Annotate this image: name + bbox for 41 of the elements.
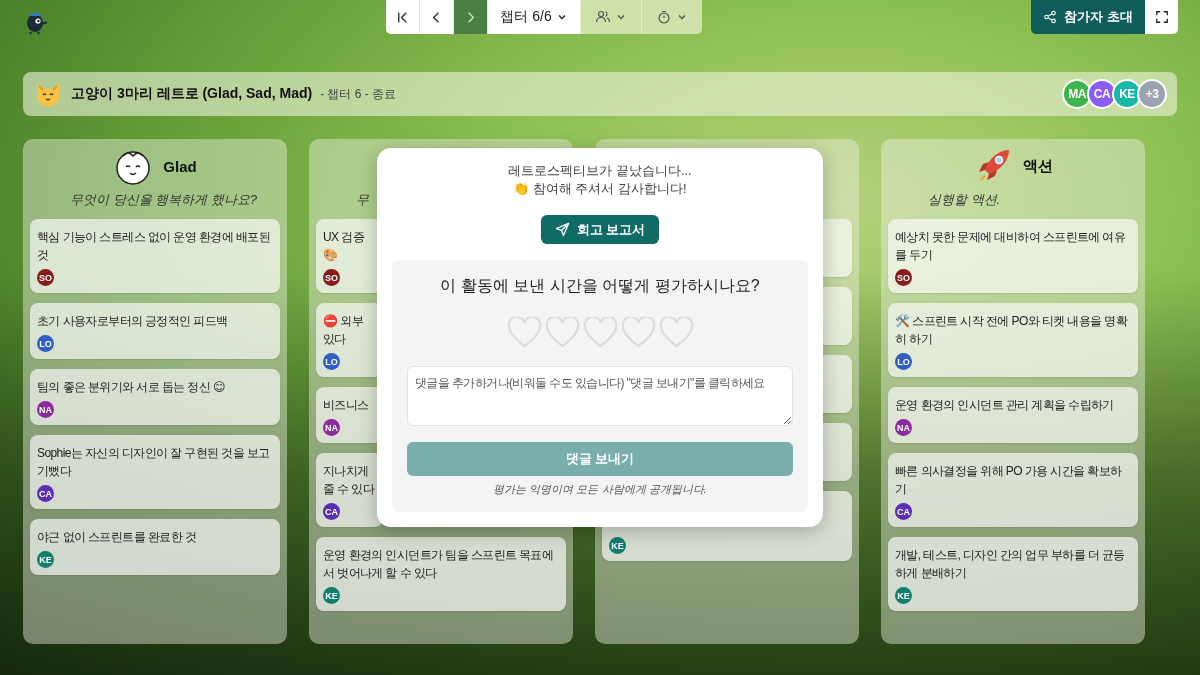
board-status: - 챕터 6 - 종료 [320, 85, 397, 103]
author-avatar: LO [37, 335, 54, 352]
author-avatar: NA [895, 419, 912, 436]
author-avatar: KE [323, 587, 340, 604]
column-subtitle: 실행할 액션. [928, 192, 1001, 207]
author-avatar: NA [37, 401, 54, 418]
author-avatar: KE [609, 537, 626, 554]
card-text: 초기 사용자로부터의 긍정적인 피드백 [37, 313, 228, 330]
author-avatar: LO [323, 353, 340, 370]
author-avatar: CA [895, 503, 912, 520]
author-avatar: SO [323, 269, 340, 286]
card-text: 비즈니스 [323, 397, 369, 414]
column-title: Glad [163, 157, 197, 175]
card-text: 지나치게 줄 수 있다 [323, 463, 375, 498]
card-text: UX 검증 🎨 [323, 229, 364, 264]
thanks-message: 👏 참여해 주셔서 감사합니다! [513, 180, 687, 198]
author-avatar: SO [37, 269, 54, 286]
author-avatar: LO [895, 353, 912, 370]
card-text: 팀의 좋은 분위기와 서로 돕는 정신 😊 [37, 379, 225, 396]
column-subtitle: 무엇이 당신을 행복하게 했나요? [70, 192, 258, 207]
column-title: 액션 [1023, 156, 1053, 176]
card-text: 운영 환경의 인시던트가 팀을 스프린트 목표에서 벗어나게 할 수 있다 [323, 547, 555, 582]
author-avatar: NA [323, 419, 340, 436]
author-avatar: SO [895, 269, 912, 286]
author-avatar: CA [37, 485, 54, 502]
card-text: 개발, 테스트, 디자인 간의 업무 부하를 더 균등하게 분배하기 [895, 547, 1126, 582]
author-avatar: CA [323, 503, 340, 520]
card-text: 운영 환경의 인시던트 관리 계획을 수립하기 [895, 397, 1114, 414]
card-text: Sophie는 자신의 디자인이 잘 구현된 것을 보고 기뻤다 [37, 445, 271, 480]
card-text: 🛠 스프린트 시작 전에 PO와 티켓 내용을 명확히 하기 [895, 313, 1129, 348]
author-avatar: KE [37, 551, 54, 568]
card-text: 빠른 의사결정을 위해 PO 가용 시간을 확보하기 [895, 463, 1123, 498]
end-message: 레트로스펙티브가 끝났습니다... [508, 162, 692, 180]
board-title: 고양이 3마리 레트로 (Glad, Sad, Mad) [71, 85, 313, 103]
column-subtitle: 무 [356, 192, 369, 207]
card-text: 야근 없이 스프린트를 완료한 것 [37, 529, 197, 546]
author-avatar: KE [895, 587, 912, 604]
card-text: 핵심 기능이 스트레스 없이 운영 환경에 배포된 것 [37, 229, 271, 264]
card-text: 예상치 못한 문제에 대비하여 스프린트에 여유를 두기 [895, 229, 1127, 264]
rating-question: 이 활동에 보낸 시간을 어떻게 평가하시나요? [440, 276, 760, 296]
card-text: ⛔ 외부 있다 [323, 313, 363, 348]
